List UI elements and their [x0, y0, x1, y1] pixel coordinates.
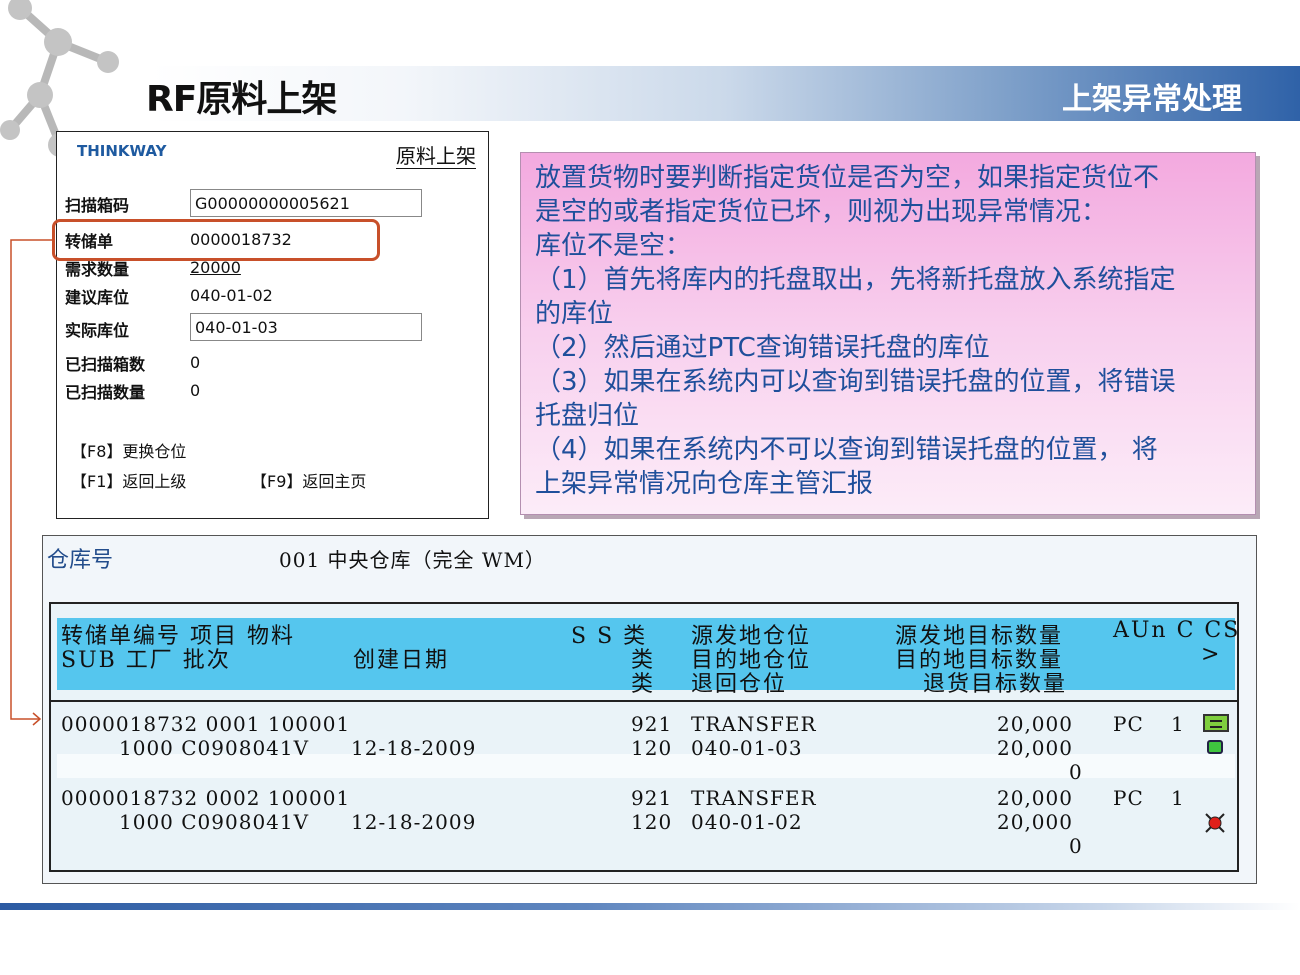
scanned-boxes-value: 0 — [190, 353, 201, 372]
note-line: （4）如果在系统内不可以查询到错误托盘的位置， 将 — [535, 435, 1158, 465]
row2-doc[interactable]: 0000018732 0002 100001 — [61, 786, 350, 810]
suggested-bin-label: 建议库位 — [65, 288, 130, 307]
rf-brand-logo: THINKWAY — [77, 142, 167, 160]
scanned-boxes-label: 已扫描箱数 — [65, 355, 146, 374]
warehouse-label: 仓库号 — [47, 548, 114, 573]
row2-unit: PC — [1113, 786, 1144, 810]
col-header-return-qty: 退货目标数量 — [923, 672, 1068, 697]
row1-doc[interactable]: 0000018732 0001 100001 — [61, 712, 350, 736]
warehouse-value: 001 中央仓库（完全 WM） — [279, 548, 546, 572]
row1-dest-qty: 20,000 — [997, 736, 1073, 760]
row1-source-bin: TRANSFER — [691, 712, 817, 736]
f8-change-bin-button[interactable]: 【F8】更换仓位 — [71, 438, 186, 462]
f1-back-button[interactable]: 【F1】返回上级 — [71, 468, 186, 492]
actual-bin-label: 实际库位 — [65, 321, 130, 340]
row2-dest-qty: 20,000 — [997, 810, 1073, 834]
section-title: 上架异常处理 — [1062, 82, 1242, 117]
note-line: （2）然后通过PTC查询错误托盘的库位 — [535, 333, 990, 363]
rf-screen-title: 原料上架 — [396, 144, 476, 169]
scan-box-label: 扫描箱码 — [65, 196, 130, 215]
slide-title: RF原料上架 — [146, 79, 337, 120]
col-header-unit: AUn C CS — [1113, 618, 1241, 643]
row1-c: 1 — [1171, 712, 1185, 736]
transfer-order-table: 转储单编号 项目 物料 S S 类 源发地仓位 源发地目标数量 AUn C CS… — [49, 602, 1239, 872]
row2-source-bin: TRANSFER — [691, 786, 817, 810]
row1-dest-type: 120 — [631, 736, 673, 760]
row2-sub: 1000 C0908041V — [119, 810, 310, 834]
row2-dest-type: 120 — [631, 810, 673, 834]
scanned-qty-label: 已扫描数量 — [65, 383, 146, 402]
row1-unit: PC — [1113, 712, 1144, 736]
col-header-date: 创建日期 — [353, 648, 450, 673]
note-line: 的库位 — [535, 299, 614, 329]
row1-date: 12-18-2009 — [351, 736, 477, 760]
status-green-icon — [1207, 740, 1223, 754]
header-separator — [51, 700, 1237, 702]
scanned-qty-value: 0 — [190, 381, 201, 400]
note-line: 上架异常情况向仓库主管汇报 — [535, 469, 874, 499]
note-line: 库位不是空： — [535, 231, 692, 261]
row1-dest-bin: 040-01-03 — [691, 736, 803, 760]
note-line: 放置货物时要判断指定货位是否为空，如果指定货位不 — [535, 163, 1160, 193]
sap-transfer-order-panel: 仓库号 001 中央仓库（完全 WM） 转储单编号 项目 物料 S S 类 源发… — [42, 535, 1257, 884]
col-header-sub: SUB 工厂 批次 — [61, 648, 231, 673]
expand-columns-icon[interactable]: > — [1201, 642, 1221, 667]
row2-date: 12-18-2009 — [351, 810, 477, 834]
row1-source-qty: 20,000 — [997, 712, 1073, 736]
col-header-return-bin: 退回仓位 — [691, 672, 788, 697]
row2-type: 921 — [631, 786, 673, 810]
transfer-order-highlight — [52, 219, 380, 261]
row1-return-qty: 0 — [1069, 760, 1083, 784]
row2-dest-bin: 040-01-02 — [691, 810, 803, 834]
rf-screen: THINKWAY 原料上架 扫描箱码 G00000000005621 转储单 0… — [56, 131, 489, 519]
scan-box-input[interactable]: G00000000005621 — [190, 189, 422, 217]
explanation-note: 放置货物时要判断指定货位是否为空，如果指定货位不 是空的或者指定货位已坏，则视为… — [520, 152, 1256, 515]
confirm-button-icon[interactable] — [1203, 714, 1229, 732]
status-red-icon — [1205, 813, 1225, 833]
col-header-type3: 类 — [631, 672, 656, 697]
footer-line — [0, 903, 1300, 910]
row1-sub: 1000 C0908041V — [119, 736, 310, 760]
note-line: 托盘归位 — [535, 401, 640, 431]
row1-type: 921 — [631, 712, 673, 736]
note-line: （1）首先将库内的托盘取出，先将新托盘放入系统指定 — [535, 265, 1176, 295]
suggested-bin-value: 040-01-02 — [190, 286, 273, 305]
row2-c: 1 — [1171, 786, 1185, 810]
row2-source-qty: 20,000 — [997, 786, 1073, 810]
note-line: （3）如果在系统内可以查询到错误托盘的位置，将错误 — [535, 367, 1176, 397]
row2-return-qty: 0 — [1069, 834, 1083, 858]
f9-home-button[interactable]: 【F9】返回主页 — [251, 468, 366, 492]
actual-bin-input[interactable]: 040-01-03 — [190, 313, 422, 341]
note-line: 是空的或者指定货位已坏，则视为出现异常情况： — [535, 197, 1108, 227]
